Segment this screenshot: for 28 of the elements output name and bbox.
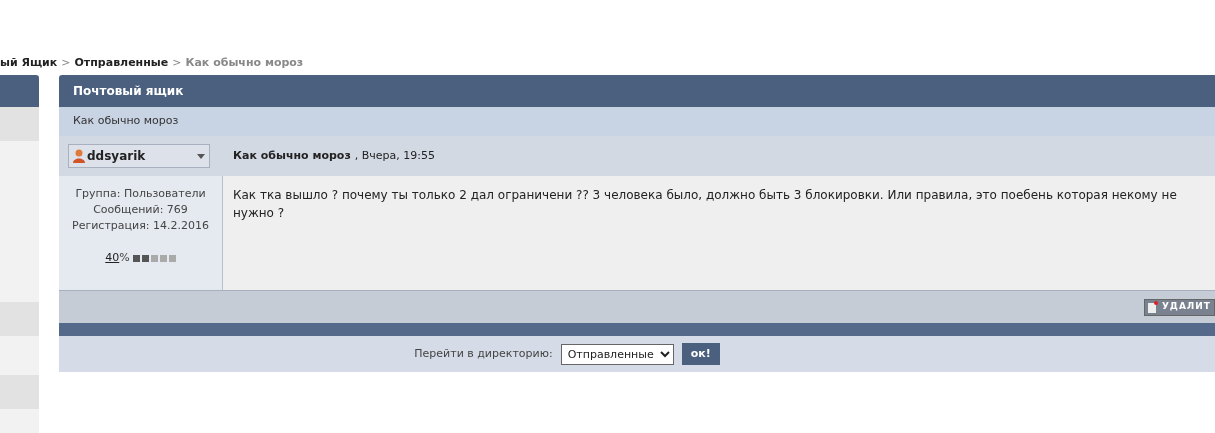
document-icon (1147, 301, 1158, 313)
breadcrumb-separator: > (61, 54, 71, 71)
author-info: Сообщений: 769 (93, 202, 188, 218)
reputation-percent: % (119, 250, 130, 266)
jump-label: Перейти в директорию: (414, 345, 553, 362)
message-subject: Как обычно мороз (233, 147, 351, 164)
author-info: Регистрация: 14.2.2016 (72, 218, 209, 234)
message-date: , Вчера, 19:55 (354, 147, 436, 164)
breadcrumb-separator: > (172, 54, 182, 71)
sidebar-row (0, 409, 39, 433)
sidebar-row (0, 302, 39, 336)
author-info: Группа: Пользователи (75, 186, 206, 202)
message-body: Как тка вышло ? почему ты только 2 дал ограничени ?? 3 человека было, должно быть 3 блокировки. Или правила, это поебень которая некому не нужно ? (233, 188, 1177, 220)
user-icon (73, 149, 85, 163)
panel-subtitle: Как обычно мороз (59, 107, 1215, 136)
breadcrumb-link[interactable]: Отправленные (74, 54, 169, 72)
directory-select[interactable]: Отправленные (560, 343, 674, 365)
caret-icon (197, 153, 205, 159)
sidebar-header (0, 75, 39, 107)
ok-button[interactable]: ок! (681, 343, 720, 365)
sidebar-row (0, 107, 39, 141)
reputation-link[interactable]: 40 (105, 250, 120, 266)
author-dropdown[interactable]: ddsyarik (68, 144, 210, 168)
sidebar-row (0, 375, 39, 409)
breadcrumb-link[interactable]: ый Ящик (0, 54, 58, 72)
sidebar-row (0, 336, 39, 375)
delete-button[interactable]: УДАЛИТ (1143, 298, 1215, 316)
panel-title: Почтовый ящик (59, 75, 1215, 107)
